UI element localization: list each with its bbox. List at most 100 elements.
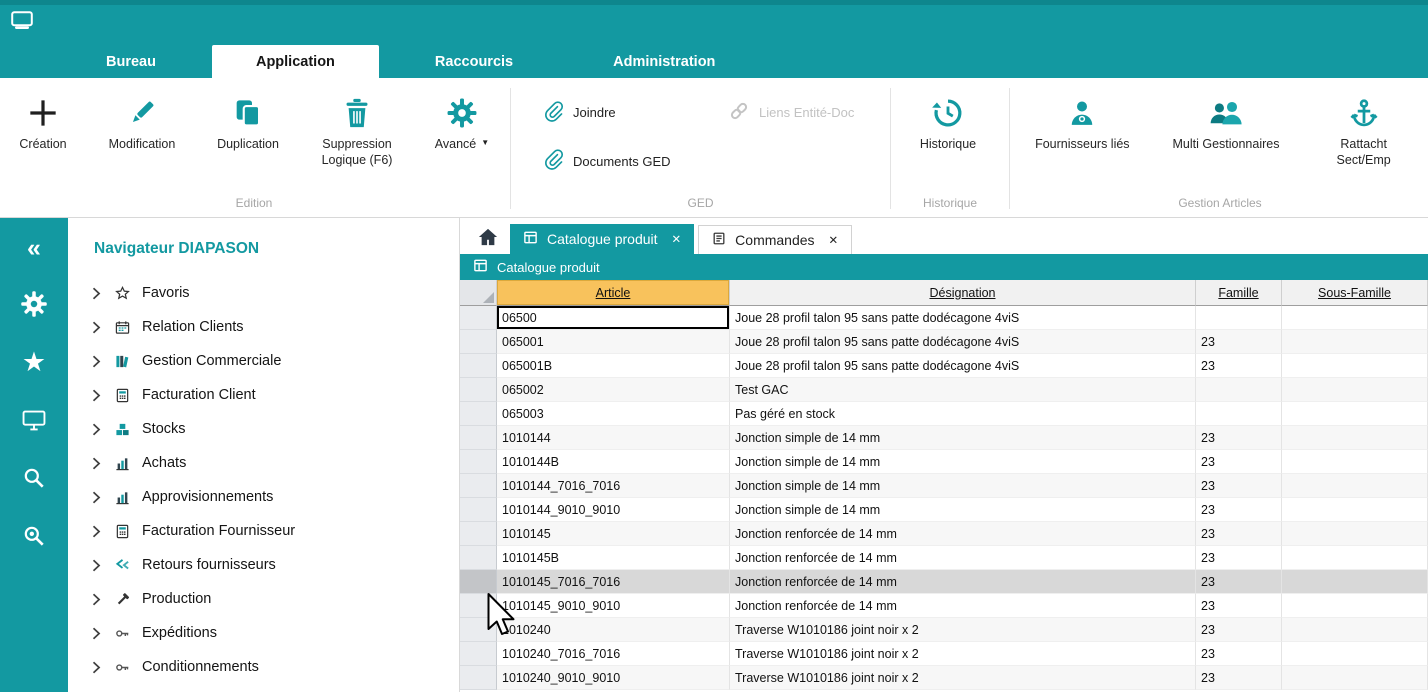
table-row[interactable]: 065002Test GAC [460, 378, 1428, 402]
cell-designation[interactable]: Traverse W1010186 joint noir x 2 [730, 642, 1196, 666]
row-selector[interactable] [460, 642, 497, 666]
cell-designation[interactable]: Jonction simple de 14 mm [730, 474, 1196, 498]
row-selector[interactable] [460, 474, 497, 498]
cell-sous-famille[interactable] [1282, 378, 1428, 402]
ribbon-tab-application[interactable]: Application [212, 45, 379, 78]
table-row[interactable]: 1010240Traverse W1010186 joint noir x 22… [460, 618, 1428, 642]
sidebar-item-stocks[interactable]: Stocks [92, 412, 459, 446]
cell-article[interactable]: 065003 [497, 402, 730, 426]
cell-sous-famille[interactable] [1282, 570, 1428, 594]
table-row[interactable]: 1010145BJonction renforcée de 14 mm23 [460, 546, 1428, 570]
star-icon[interactable]: ★ [14, 342, 54, 382]
expand-chevron-icon[interactable] [92, 559, 102, 572]
row-selector[interactable] [460, 426, 497, 450]
cell-famille[interactable]: 23 [1196, 618, 1282, 642]
cell-famille[interactable]: 23 [1196, 522, 1282, 546]
cell-designation[interactable]: Joue 28 profil talon 95 sans patte dodéc… [730, 306, 1196, 330]
data-grid[interactable]: Article Désignation Famille Sous-Famille… [460, 280, 1428, 692]
column-header-sous-famille[interactable]: Sous-Famille [1282, 280, 1428, 306]
cell-sous-famille[interactable] [1282, 450, 1428, 474]
table-row[interactable]: 1010145_9010_9010Jonction renforcée de 1… [460, 594, 1428, 618]
cell-article[interactable]: 1010144B [497, 450, 730, 474]
cell-famille[interactable]: 23 [1196, 354, 1282, 378]
sidebar-item-relation-clients[interactable]: Relation Clients [92, 310, 459, 344]
table-row[interactable]: 065001Joue 28 profil talon 95 sans patte… [460, 330, 1428, 354]
cell-sous-famille[interactable] [1282, 426, 1428, 450]
column-header-designation[interactable]: Désignation [730, 280, 1196, 306]
tab-catalogue-produit[interactable]: Catalogue produit ✕ [510, 224, 694, 254]
creation-button[interactable]: Création [0, 86, 86, 152]
joindre-button[interactable]: Joindre [543, 100, 728, 125]
sidebar-item-gestion-commerciale[interactable]: Gestion Commerciale [92, 344, 459, 378]
table-row[interactable]: 1010144Jonction simple de 14 mm23 [460, 426, 1428, 450]
table-row[interactable]: 1010240_9010_9010Traverse W1010186 joint… [460, 666, 1428, 690]
table-row[interactable]: 1010144_9010_9010Jonction simple de 14 m… [460, 498, 1428, 522]
expand-chevron-icon[interactable] [92, 491, 102, 504]
cell-sous-famille[interactable] [1282, 306, 1428, 330]
cell-famille[interactable]: 23 [1196, 426, 1282, 450]
cell-designation[interactable]: Joue 28 profil talon 95 sans patte dodéc… [730, 330, 1196, 354]
cell-designation[interactable]: Pas géré en stock [730, 402, 1196, 426]
row-selector[interactable] [460, 666, 497, 690]
table-row[interactable]: 065003Pas géré en stock [460, 402, 1428, 426]
row-selector[interactable] [460, 378, 497, 402]
expand-chevron-icon[interactable] [92, 593, 102, 606]
expand-chevron-icon[interactable] [92, 457, 102, 470]
cell-sous-famille[interactable] [1282, 522, 1428, 546]
expand-chevron-icon[interactable] [92, 321, 102, 334]
cell-sous-famille[interactable] [1282, 618, 1428, 642]
cell-famille[interactable]: 23 [1196, 450, 1282, 474]
column-header-article[interactable]: Article [497, 280, 730, 306]
close-tab-icon[interactable]: ✕ [672, 232, 682, 246]
avance-button[interactable]: Avancé ▼ [416, 86, 508, 152]
cell-designation[interactable]: Joue 28 profil talon 95 sans patte dodéc… [730, 354, 1196, 378]
table-row[interactable]: 1010144BJonction simple de 14 mm23 [460, 450, 1428, 474]
cell-article[interactable]: 065001 [497, 330, 730, 354]
sidebar-item-conditionnements[interactable]: Conditionnements [92, 650, 459, 684]
row-selector[interactable] [460, 618, 497, 642]
cell-famille[interactable] [1196, 378, 1282, 402]
cell-designation[interactable]: Jonction renforcée de 14 mm [730, 522, 1196, 546]
table-row[interactable]: 1010145Jonction renforcée de 14 mm23 [460, 522, 1428, 546]
cell-sous-famille[interactable] [1282, 354, 1428, 378]
cell-article[interactable]: 1010145B [497, 546, 730, 570]
duplication-button[interactable]: Duplication [198, 86, 298, 152]
expand-chevron-icon[interactable] [92, 525, 102, 538]
expand-chevron-icon[interactable] [92, 355, 102, 368]
row-selector[interactable] [460, 306, 497, 330]
row-selector[interactable] [460, 546, 497, 570]
cell-famille[interactable]: 23 [1196, 498, 1282, 522]
multi-gestionnaires-button[interactable]: Multi Gestionnaires [1162, 86, 1290, 152]
row-selector[interactable] [460, 498, 497, 522]
column-header-famille[interactable]: Famille [1196, 280, 1282, 306]
ribbon-tab-raccourcis[interactable]: Raccourcis [391, 45, 557, 78]
cell-sous-famille[interactable] [1282, 498, 1428, 522]
cell-designation[interactable]: Jonction renforcée de 14 mm [730, 570, 1196, 594]
cell-sous-famille[interactable] [1282, 402, 1428, 426]
app-icon[interactable] [9, 8, 35, 32]
suppression-logique-button[interactable]: Suppression Logique (F6) [298, 86, 416, 169]
search-icon[interactable] [14, 458, 54, 498]
cell-famille[interactable] [1196, 402, 1282, 426]
cell-article[interactable]: 1010240_7016_7016 [497, 642, 730, 666]
sidebar-item-production[interactable]: Production [92, 582, 459, 616]
cell-famille[interactable]: 23 [1196, 642, 1282, 666]
cell-article[interactable]: 1010145 [497, 522, 730, 546]
cell-famille[interactable]: 23 [1196, 570, 1282, 594]
cell-article[interactable]: 065001B [497, 354, 730, 378]
sidebar-item-facturation-client[interactable]: Facturation Client [92, 378, 459, 412]
cell-sous-famille[interactable] [1282, 642, 1428, 666]
cell-article[interactable]: 1010144_9010_9010 [497, 498, 730, 522]
cell-famille[interactable] [1196, 306, 1282, 330]
sidebar-item-approvisionnements[interactable]: Approvisionnements [92, 480, 459, 514]
row-selector[interactable] [460, 402, 497, 426]
cell-famille[interactable]: 23 [1196, 666, 1282, 690]
cell-designation[interactable]: Traverse W1010186 joint noir x 2 [730, 666, 1196, 690]
sidebar-item-facturation-fournisseur[interactable]: Facturation Fournisseur [92, 514, 459, 548]
row-selector[interactable] [460, 354, 497, 378]
documents-ged-button[interactable]: Documents GED [543, 149, 728, 173]
cell-sous-famille[interactable] [1282, 330, 1428, 354]
select-all-corner[interactable] [460, 280, 497, 306]
cell-designation[interactable]: Jonction renforcée de 14 mm [730, 546, 1196, 570]
modification-button[interactable]: Modification [86, 86, 198, 152]
